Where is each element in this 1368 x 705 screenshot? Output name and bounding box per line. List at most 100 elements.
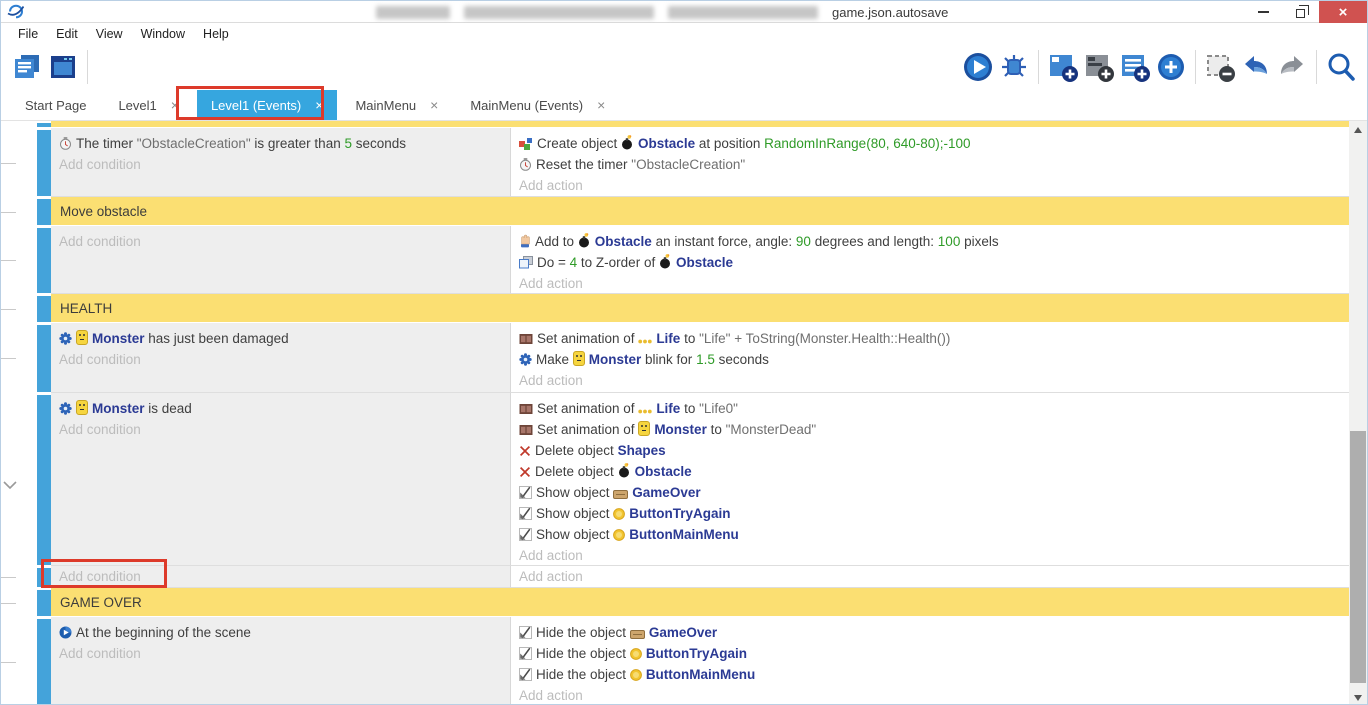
action-line[interactable]: Hide the object ButtonMainMenu: [511, 664, 1351, 685]
add-action[interactable]: Add action: [511, 566, 1351, 587]
menu-view[interactable]: View: [87, 27, 132, 41]
action-line[interactable]: Set animation of Life to "Life0": [511, 398, 1351, 419]
coin-icon: [613, 508, 625, 520]
action-line[interactable]: Delete object Shapes: [511, 440, 1351, 461]
bomb-icon: [659, 254, 672, 269]
project-manager-button[interactable]: [9, 48, 45, 86]
condition-line[interactable]: At the beginning of the scene: [51, 622, 510, 643]
comment-block[interactable]: HEALTH: [51, 294, 1351, 323]
menu-edit[interactable]: Edit: [47, 27, 87, 41]
action-line[interactable]: Do = 4 to Z-order of Obstacle: [511, 252, 1351, 273]
scene-editor-button[interactable]: [45, 48, 81, 86]
tab-close-icon[interactable]: ×: [430, 97, 438, 113]
comment-block[interactable]: Move obstacle: [51, 197, 1351, 226]
vertical-scrollbar[interactable]: [1349, 121, 1367, 705]
action-line[interactable]: Hide the object ButtonTryAgain: [511, 643, 1351, 664]
tab-close-icon[interactable]: ×: [171, 97, 179, 113]
actions-cell: Set animation of Life to "Life0"Set anim…: [511, 393, 1351, 566]
add-subevent-button[interactable]: [1081, 48, 1117, 86]
condition-line[interactable]: Monster has just been damaged: [51, 328, 510, 349]
action-line[interactable]: Add to Obstacle an instant force, angle:…: [511, 231, 1351, 252]
action-line[interactable]: Show object ButtonMainMenu: [511, 524, 1351, 545]
undo-button[interactable]: [1238, 48, 1274, 86]
behavior-icon: [59, 332, 72, 345]
action-line[interactable]: Create object Obstacle at position Rando…: [511, 133, 1351, 154]
event-row: Monster has just been damagedAdd conditi…: [1, 323, 1351, 393]
tab-level1[interactable]: Level1×: [104, 90, 193, 120]
add-condition[interactable]: Add condition: [51, 419, 510, 440]
event-gutter: [1, 393, 37, 566]
add-circle-button[interactable]: [1153, 48, 1189, 86]
event-row: At the beginning of the sceneAdd conditi…: [1, 617, 1351, 705]
tab-close-icon[interactable]: ×: [315, 97, 323, 113]
add-action[interactable]: Add action: [511, 175, 1351, 196]
event-gutter: [1, 588, 37, 617]
event-handle[interactable]: [37, 395, 51, 565]
comment-block[interactable]: [51, 121, 1351, 128]
scene-start-icon: [59, 626, 72, 639]
scroll-up-button[interactable]: [1349, 121, 1367, 138]
event-gutter: [1, 128, 37, 197]
deselect-button[interactable]: [1202, 48, 1238, 86]
text-segment: ButtonMainMenu: [646, 667, 755, 682]
action-line[interactable]: Set animation of Life to "Life" + ToStri…: [511, 328, 1351, 349]
tab-start-page[interactable]: Start Page: [11, 90, 100, 120]
add-condition[interactable]: Add condition: [51, 566, 510, 587]
debug-icon: [999, 52, 1029, 82]
add-comment-button[interactable]: [1117, 48, 1153, 86]
collapse-chevron-icon[interactable]: [3, 476, 17, 494]
event-handle[interactable]: [37, 228, 51, 293]
triangle-up-icon: [1354, 127, 1362, 133]
minimize-button[interactable]: [1245, 1, 1282, 23]
action-line[interactable]: Show object ButtonTryAgain: [511, 503, 1351, 524]
event-handle[interactable]: [37, 568, 51, 587]
action-line[interactable]: Reset the timer "ObstacleCreation": [511, 154, 1351, 175]
debug-button[interactable]: [996, 48, 1032, 86]
run-button[interactable]: [960, 48, 996, 86]
redo-button[interactable]: [1274, 48, 1310, 86]
close-button[interactable]: ×: [1319, 1, 1367, 23]
tab-level1-events[interactable]: Level1 (Events)×: [197, 90, 338, 120]
add-condition[interactable]: Add condition: [51, 349, 510, 370]
condition-line[interactable]: Monster is dead: [51, 398, 510, 419]
action-line[interactable]: Delete object Obstacle: [511, 461, 1351, 482]
event-handle[interactable]: [37, 590, 51, 616]
action-line[interactable]: Show object GameOver: [511, 482, 1351, 503]
event-handle[interactable]: [37, 199, 51, 225]
add-action[interactable]: Add action: [511, 685, 1351, 705]
tab-mainmenu-events[interactable]: MainMenu (Events)×: [456, 90, 619, 120]
scrollbar-thumb[interactable]: [1350, 431, 1366, 683]
add-condition[interactable]: Add condition: [51, 154, 510, 175]
text-segment: Do: [537, 255, 558, 270]
text-segment: ButtonTryAgain: [646, 646, 747, 661]
action-line[interactable]: Hide the object GameOver: [511, 622, 1351, 643]
add-action[interactable]: Add action: [511, 273, 1351, 294]
add-action[interactable]: Add action: [511, 545, 1351, 566]
event-handle[interactable]: [37, 123, 51, 127]
event-handle[interactable]: [37, 325, 51, 392]
comment-block[interactable]: GAME OVER: [51, 588, 1351, 617]
search-button[interactable]: [1323, 48, 1359, 86]
add-action[interactable]: Add action: [511, 370, 1351, 391]
add-condition[interactable]: Add condition: [51, 231, 510, 252]
condition-line[interactable]: The timer "ObstacleCreation" is greater …: [51, 133, 510, 154]
text-segment: 100: [938, 234, 961, 249]
comment-row: Move obstacle: [1, 197, 1351, 226]
add-event-button[interactable]: [1045, 48, 1081, 86]
event-handle[interactable]: [37, 296, 51, 322]
menu-help[interactable]: Help: [194, 27, 238, 41]
film-icon: [519, 333, 533, 345]
action-line[interactable]: Make Monster blink for 1.5 seconds: [511, 349, 1351, 370]
menu-file[interactable]: File: [9, 27, 47, 41]
actions-cell: Hide the object GameOverHide the object …: [511, 617, 1351, 705]
restore-button[interactable]: [1282, 1, 1319, 23]
action-line[interactable]: Set animation of Monster to "MonsterDead…: [511, 419, 1351, 440]
event-handle[interactable]: [37, 130, 51, 196]
toolbar-separator: [87, 50, 88, 84]
tab-close-icon[interactable]: ×: [597, 97, 605, 113]
add-condition[interactable]: Add condition: [51, 643, 510, 664]
scroll-down-button[interactable]: [1349, 689, 1367, 705]
event-handle[interactable]: [37, 619, 51, 705]
menu-window[interactable]: Window: [132, 27, 194, 41]
tab-mainmenu[interactable]: MainMenu×: [341, 90, 452, 120]
